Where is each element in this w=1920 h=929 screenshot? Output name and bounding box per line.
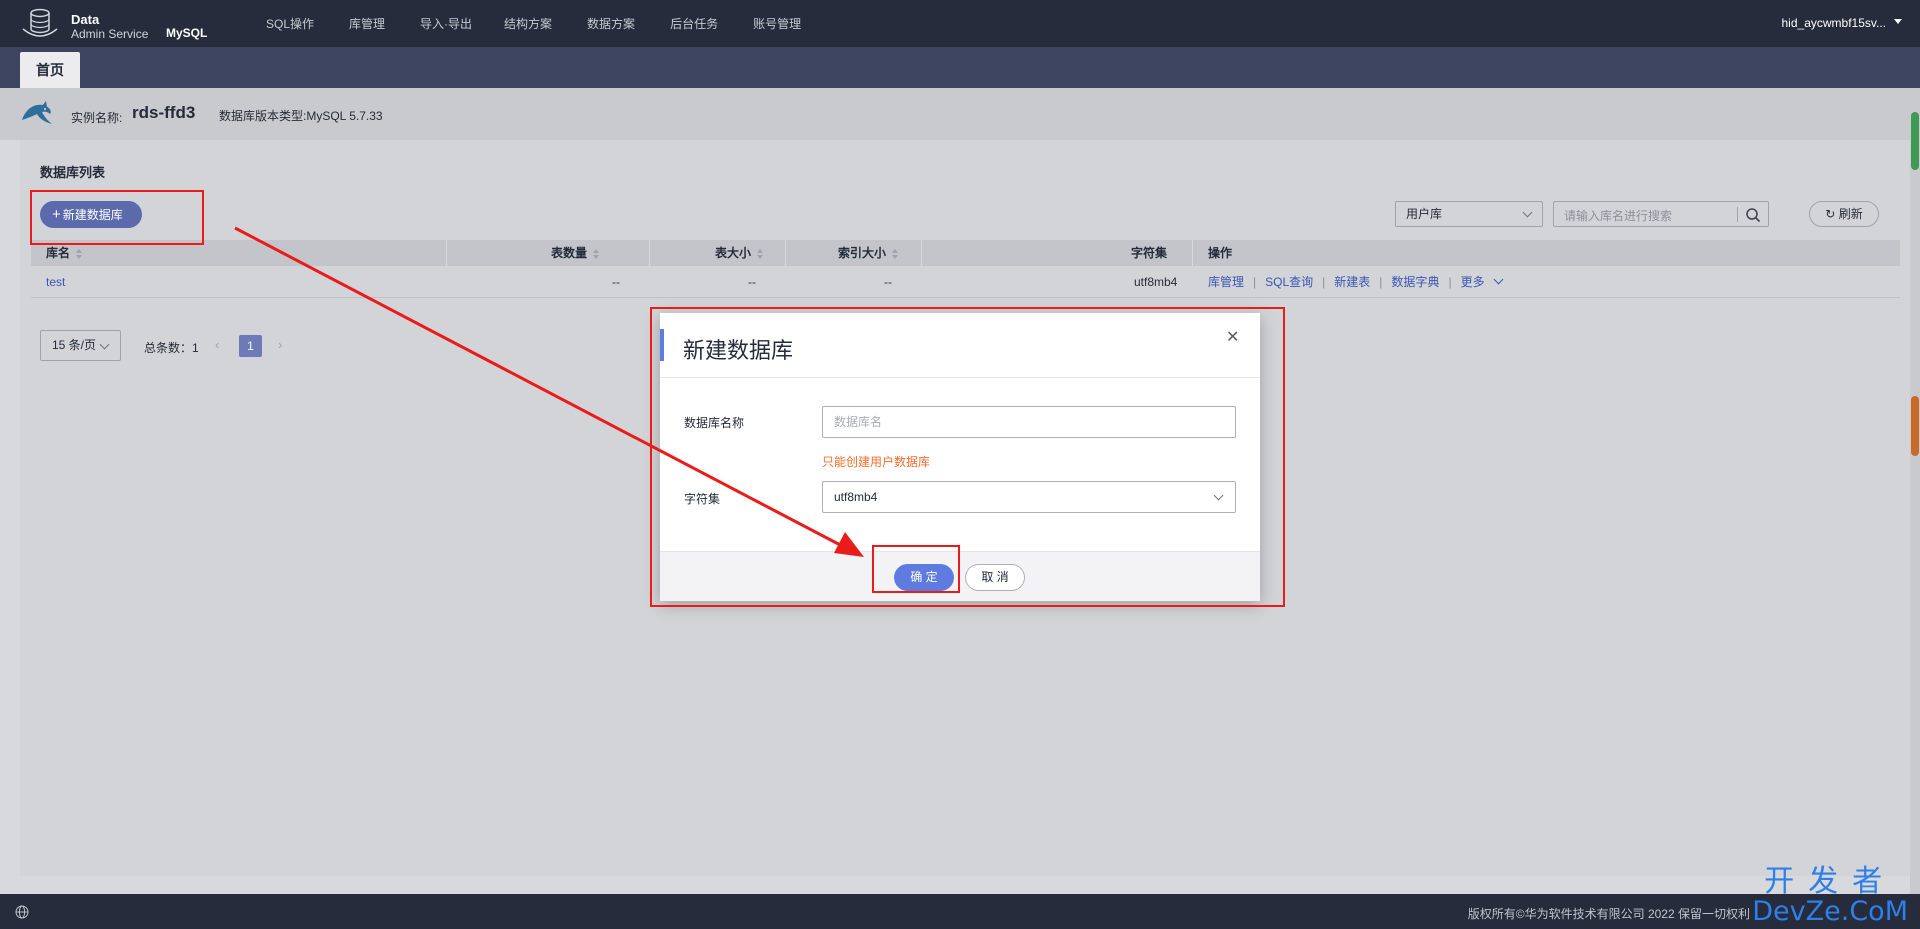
watermark-line2: DevZe.CoM — [1752, 896, 1908, 927]
scrollbar-marker — [1911, 396, 1919, 456]
footer: 版权所有©华为软件技术有限公司 2022 保留一切权利 — [0, 894, 1920, 929]
globe-icon[interactable] — [15, 905, 29, 919]
watermark-logo: 开发者 DevZe.CoM — [1752, 866, 1908, 926]
copyright-text: 版权所有©华为软件技术有限公司 2022 保留一切权利 — [1467, 907, 1750, 921]
vertical-scrollbar[interactable] — [1910, 88, 1920, 894]
scrollbar-thumb[interactable] — [1911, 112, 1919, 170]
annotation-arrow — [234, 226, 864, 557]
watermark-line1: 开发者 — [1764, 864, 1897, 899]
